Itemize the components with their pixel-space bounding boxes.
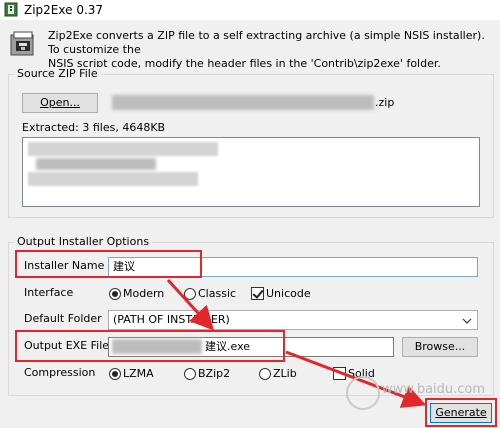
default-folder-label: Default Folder [24,312,102,325]
interface-classic-radio[interactable] [184,288,196,300]
annotation-box-installer-name [15,250,202,278]
output-options-group-label: Output Installer Options [14,235,153,248]
description: Zip2Exe converts a ZIP file to a self ex… [48,29,494,71]
interface-modern-radio[interactable] [109,288,121,300]
file-list-redacted-1 [28,142,218,156]
compression-lzma-radio[interactable] [109,368,121,380]
zip2exe-window: Zip2Exe 0.37 Zip2Exe converts a ZIP file… [0,0,500,428]
default-folder-value: (PATH OF INSTALLER) [113,313,230,326]
zip-path-suffix: .zip [375,96,395,109]
interface-classic-label: Classic [198,287,237,300]
compression-bzip2-label: BZip2 [198,367,231,380]
open-button[interactable]: Open... [22,93,98,113]
compression-zlib-radio[interactable] [259,368,271,380]
compression-lzma-label: LZMA [123,367,154,380]
zip-path-redacted [112,95,374,110]
watermark-logo [346,376,380,410]
interface-label: Interface [24,286,74,299]
solid-checkbox[interactable] [333,367,346,380]
browse-button[interactable]: Browse... [402,337,478,357]
window-title: Zip2Exe 0.37 [24,3,104,17]
chevron-down-icon [462,318,472,324]
description-line-1: Zip2Exe converts a ZIP file to a self ex… [48,29,485,56]
description-line-2: NSIS script code, modify the header file… [48,57,441,70]
annotation-box-generate [425,398,497,427]
open-button-label: Open... [40,96,80,109]
file-list-redacted-3 [28,172,198,186]
source-zip-group-label: Source ZIP File [14,67,101,80]
browse-button-label: Browse... [414,340,466,353]
title-bar: Zip2Exe 0.37 [0,0,500,20]
app-icon [4,2,18,17]
zip-archive-icon [10,31,34,56]
watermark-text: www.baidu.com [382,382,486,397]
compression-label: Compression [24,366,96,379]
default-folder-select[interactable]: (PATH OF INSTALLER) [108,310,478,330]
unicode-checkbox[interactable] [251,287,264,300]
unicode-label: Unicode [266,287,311,300]
compression-zlib-label: ZLib [273,367,297,380]
compression-bzip2-radio[interactable] [184,368,196,380]
extracted-status: Extracted: 3 files, 4648KB [22,121,166,134]
file-list-redacted-2 [36,158,156,170]
interface-modern-label: Modern [123,287,165,300]
annotation-box-output-exe [15,330,285,362]
